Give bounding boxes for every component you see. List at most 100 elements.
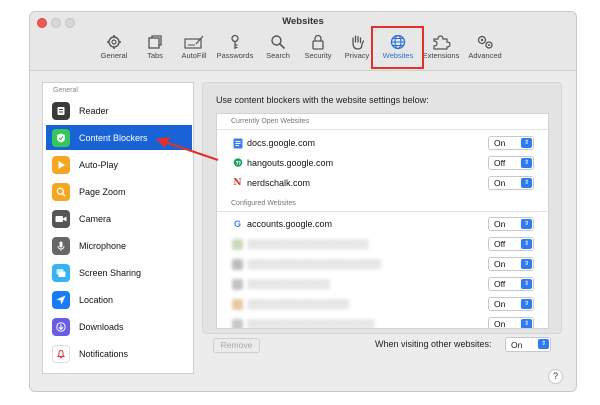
window-title: Websites	[282, 16, 324, 27]
globe-icon	[390, 34, 406, 50]
updown-chevron-icon: ⇕	[521, 158, 532, 168]
location-icon	[52, 290, 70, 309]
docs-favicon-icon	[232, 138, 243, 149]
sidebar-section-label: General	[53, 87, 78, 94]
tab-websites[interactable]: Websites	[374, 30, 422, 68]
select-value: On	[494, 319, 506, 329]
sidebar-item-content-blockers[interactable]: Content Blockers	[46, 125, 192, 150]
sidebar-item-label: Location	[79, 294, 114, 305]
safari-preferences-window: Websites General Tabs AutoFill Passwords…	[29, 11, 577, 392]
select-value: On	[494, 178, 506, 188]
tabs-icon	[148, 35, 162, 49]
microphone-icon	[52, 236, 70, 255]
header-divider	[217, 129, 548, 130]
sidebar-item-label: Downloads	[79, 321, 124, 332]
website-row-docs[interactable]: docs.google.com On ⇕	[217, 133, 548, 153]
sidebar-item-camera[interactable]: Camera	[46, 206, 192, 231]
content-blocker-select[interactable]: On ⇕	[488, 176, 534, 190]
updown-chevron-icon: ⇕	[538, 339, 549, 349]
sidebar-item-auto-play[interactable]: Auto-Play	[46, 152, 192, 177]
other-websites-label: When visiting other websites:	[375, 339, 492, 349]
tab-label: Websites	[382, 51, 414, 60]
content-blocker-select[interactable]: Off ⇕	[488, 237, 534, 251]
reader-icon	[52, 101, 70, 120]
website-row-accounts[interactable]: G accounts.google.com On ⇕	[217, 214, 548, 234]
sidebar-item-notifications[interactable]: Notifications	[46, 341, 192, 366]
sidebar-item-reader[interactable]: Reader	[46, 98, 192, 123]
shield-check-icon	[52, 128, 70, 147]
content-blockers-pane: Use content blockers with the website se…	[202, 82, 562, 334]
gears-icon	[477, 35, 493, 49]
updown-chevron-icon: ⇕	[521, 178, 532, 188]
sidebar-item-microphone[interactable]: Microphone	[46, 233, 192, 258]
lock-icon	[312, 34, 324, 50]
updown-chevron-icon: ⇕	[521, 138, 532, 148]
puzzle-icon	[433, 35, 451, 50]
sidebar-item-downloads[interactable]: Downloads	[46, 314, 192, 339]
download-icon	[52, 317, 70, 336]
blurred-favicon-icon	[232, 318, 243, 328]
other-websites-select[interactable]: On ⇕	[505, 337, 551, 352]
sidebar-item-screen-sharing[interactable]: Screen Sharing	[46, 260, 192, 285]
zoom-icon	[52, 182, 70, 201]
content-blocker-select[interactable]: On ⇕	[488, 217, 534, 231]
content-blocker-select[interactable]: On ⇕	[488, 257, 534, 271]
select-value: Off	[494, 239, 506, 249]
blurred-favicon-icon	[232, 278, 243, 290]
other-websites-select-box[interactable]: On ⇕	[505, 337, 551, 352]
select-value: On	[511, 339, 523, 350]
sidebar-item-label: Content Blockers	[79, 132, 148, 143]
open-websites-header: Currently Open Websites	[231, 118, 310, 125]
tab-extensions[interactable]: Extensions	[417, 32, 465, 68]
nerdschalk-favicon-icon: N	[233, 178, 242, 188]
website-row-blurred[interactable]: ░░░░░░░░░░░░░░░░░░░░ On ⇕	[217, 314, 548, 329]
blurred-favicon-icon	[232, 258, 243, 270]
autofill-icon	[184, 35, 204, 49]
search-icon	[271, 35, 286, 50]
tab-passwords[interactable]: Passwords	[211, 32, 259, 68]
gear-icon	[107, 35, 121, 49]
play-icon	[52, 155, 70, 174]
updown-chevron-icon: ⇕	[521, 259, 532, 269]
sidebar-item-label: Camera	[79, 213, 112, 224]
website-settings-list[interactable]: Currently Open Websites docs.google.com …	[216, 113, 549, 329]
website-row-blurred[interactable]: ░░░░░░░░░░░░░░░░ On ⇕	[217, 294, 548, 314]
preferences-toolbar: Websites General Tabs AutoFill Passwords…	[30, 12, 576, 71]
select-value: On	[494, 219, 506, 229]
google-favicon-icon: G	[233, 219, 241, 229]
website-row-hangouts[interactable]: hangouts.google.com Off ⇕	[217, 153, 548, 173]
tab-label: Passwords	[216, 51, 254, 60]
updown-chevron-icon: ⇕	[521, 239, 532, 249]
updown-chevron-icon: ⇕	[521, 299, 532, 309]
content-blocker-select[interactable]: Off ⇕	[488, 156, 534, 170]
blurred-favicon-icon	[232, 298, 243, 310]
content-blocker-select[interactable]: On ⇕	[488, 297, 534, 311]
tab-advanced[interactable]: Advanced	[461, 32, 509, 68]
header-divider	[217, 211, 548, 212]
select-value: On	[494, 299, 506, 309]
select-value: Off	[494, 279, 506, 289]
content-blocker-select[interactable]: On ⇕	[488, 136, 534, 150]
select-value: Off	[494, 158, 506, 168]
sidebar-item-label: Screen Sharing	[79, 267, 142, 278]
screen-share-icon	[52, 263, 70, 282]
content-blocker-select[interactable]: On ⇕	[488, 317, 534, 329]
website-row-blurred[interactable]: ░░░░░░░░░░░░░░░░░░░░░ On ⇕	[217, 254, 548, 274]
sidebar-item-label: Auto-Play	[79, 159, 119, 170]
website-row-nerdschalk[interactable]: N nerdschalk.com On ⇕	[217, 173, 548, 193]
select-value: On	[494, 259, 506, 269]
tab-label: Extensions	[422, 51, 460, 60]
website-row-blurred[interactable]: ░░░░░░░░░░░░░░░░░░░ Off ⇕	[217, 234, 548, 254]
content-blocker-select[interactable]: Off ⇕	[488, 277, 534, 291]
configured-websites-header: Configured Websites	[231, 200, 296, 207]
remove-button[interactable]: Remove	[213, 338, 260, 353]
website-row-blurred[interactable]: ░░░░░░░░░░░░░ Off ⇕	[217, 274, 548, 294]
sidebar-item-location[interactable]: Location	[46, 287, 192, 312]
tab-label: Advanced	[468, 51, 502, 60]
sidebar-item-page-zoom[interactable]: Page Zoom	[46, 179, 192, 204]
updown-chevron-icon: ⇕	[521, 319, 532, 328]
help-button[interactable]: ?	[548, 369, 563, 384]
sidebar-item-label: Page Zoom	[79, 186, 126, 197]
sidebar-item-label: Reader	[79, 105, 109, 116]
blurred-favicon-icon	[232, 238, 243, 250]
